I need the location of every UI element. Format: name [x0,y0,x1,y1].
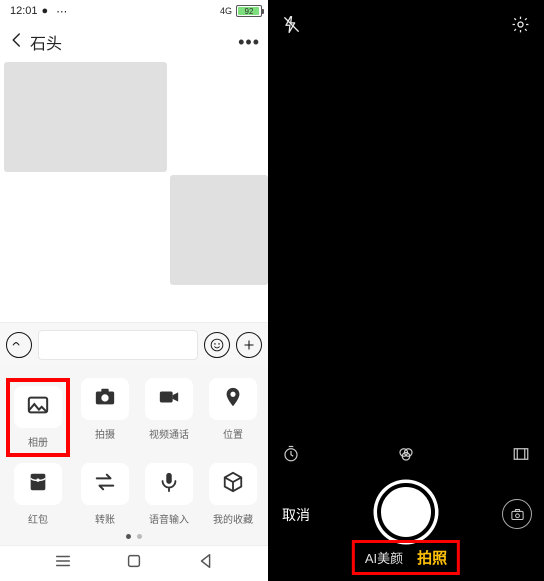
plus-icon[interactable] [236,332,262,358]
video-icon [157,386,181,413]
chat-image-placeholder[interactable] [4,62,167,172]
chat-header: 石头 ••• [0,22,268,62]
chat-title: 石头 [30,30,62,54]
battery-indicator: 92 [236,5,262,17]
panel-item-transfer[interactable]: 转账 [76,463,134,526]
chat-screen: 12:01 ● ⋯ 4G 92 石头 ••• [0,0,268,581]
panel-item-label: 相册 [28,434,48,449]
input-bar [0,322,268,366]
shutter-button[interactable] [377,483,435,541]
camera-icon [93,386,117,413]
panel-item-label: 红包 [28,511,48,526]
status-bar: 12:01 ● ⋯ 4G 92 [0,0,268,22]
battery-percent: 92 [245,7,254,16]
attachment-panel: 相册 拍摄 视频通话 位置 红包 [0,366,268,545]
switch-camera-button[interactable] [502,499,532,529]
panel-item-redpacket[interactable]: 红包 [6,463,70,526]
mode-beauty[interactable]: AI美颜 [365,548,403,567]
camera-screen: 取消 AI美颜 拍照 [268,0,544,581]
panel-item-voice[interactable]: 语音输入 [140,463,198,526]
nav-home-icon[interactable] [125,552,143,575]
text-input[interactable] [38,330,198,360]
status-time: 12:01 [10,5,38,17]
page-indicator [6,526,262,541]
panel-item-album[interactable]: 相册 [6,378,70,457]
aspect-icon[interactable] [510,443,532,465]
panel-item-label: 我的收藏 [213,511,253,526]
album-icon [26,394,50,421]
filter-icon[interactable] [395,443,417,465]
more-icon[interactable]: ••• [238,32,260,53]
panel-item-label: 位置 [223,426,243,441]
mode-photo[interactable]: 拍照 [417,547,447,568]
panel-item-label: 拍摄 [95,426,115,441]
voice-input-icon[interactable] [6,332,32,358]
red-packet-icon [26,471,50,498]
panel-item-label: 语音输入 [149,511,189,526]
nav-menu-icon[interactable] [54,552,72,575]
panel-item-videocall[interactable]: 视频通话 [140,378,198,457]
network-type: 4G [220,6,232,16]
panel-item-favorites[interactable]: 我的收藏 [204,463,262,526]
nav-back-icon[interactable] [197,552,215,575]
panel-item-label: 转账 [95,511,115,526]
emoji-icon[interactable] [204,332,230,358]
box-icon [221,471,245,498]
camera-viewfinder[interactable] [268,54,544,437]
status-ellipsis-icon: ⋯ [56,5,67,18]
flash-off-icon[interactable] [282,15,301,39]
page-dot [137,534,142,539]
panel-item-label: 视频通话 [149,426,189,441]
timer-icon[interactable] [280,443,302,465]
cancel-button[interactable]: 取消 [282,505,310,525]
chat-image-placeholder[interactable] [170,175,268,285]
camera-toolbar [268,437,544,471]
chat-messages[interactable] [0,62,268,322]
panel-item-location[interactable]: 位置 [204,378,262,457]
system-nav-bar [0,545,268,581]
page-dot [126,534,131,539]
transfer-icon [93,471,117,498]
status-dot-icon: ● [42,5,49,17]
location-icon [221,386,245,413]
panel-item-camera[interactable]: 拍摄 [76,378,134,457]
microphone-icon [157,471,181,498]
camera-mode-bar: AI美颜 拍照 [352,540,460,575]
back-icon[interactable] [8,31,26,54]
camera-bottom: 取消 AI美颜 拍照 [268,471,544,581]
camera-top-bar [268,0,544,54]
gear-icon[interactable] [511,15,530,39]
